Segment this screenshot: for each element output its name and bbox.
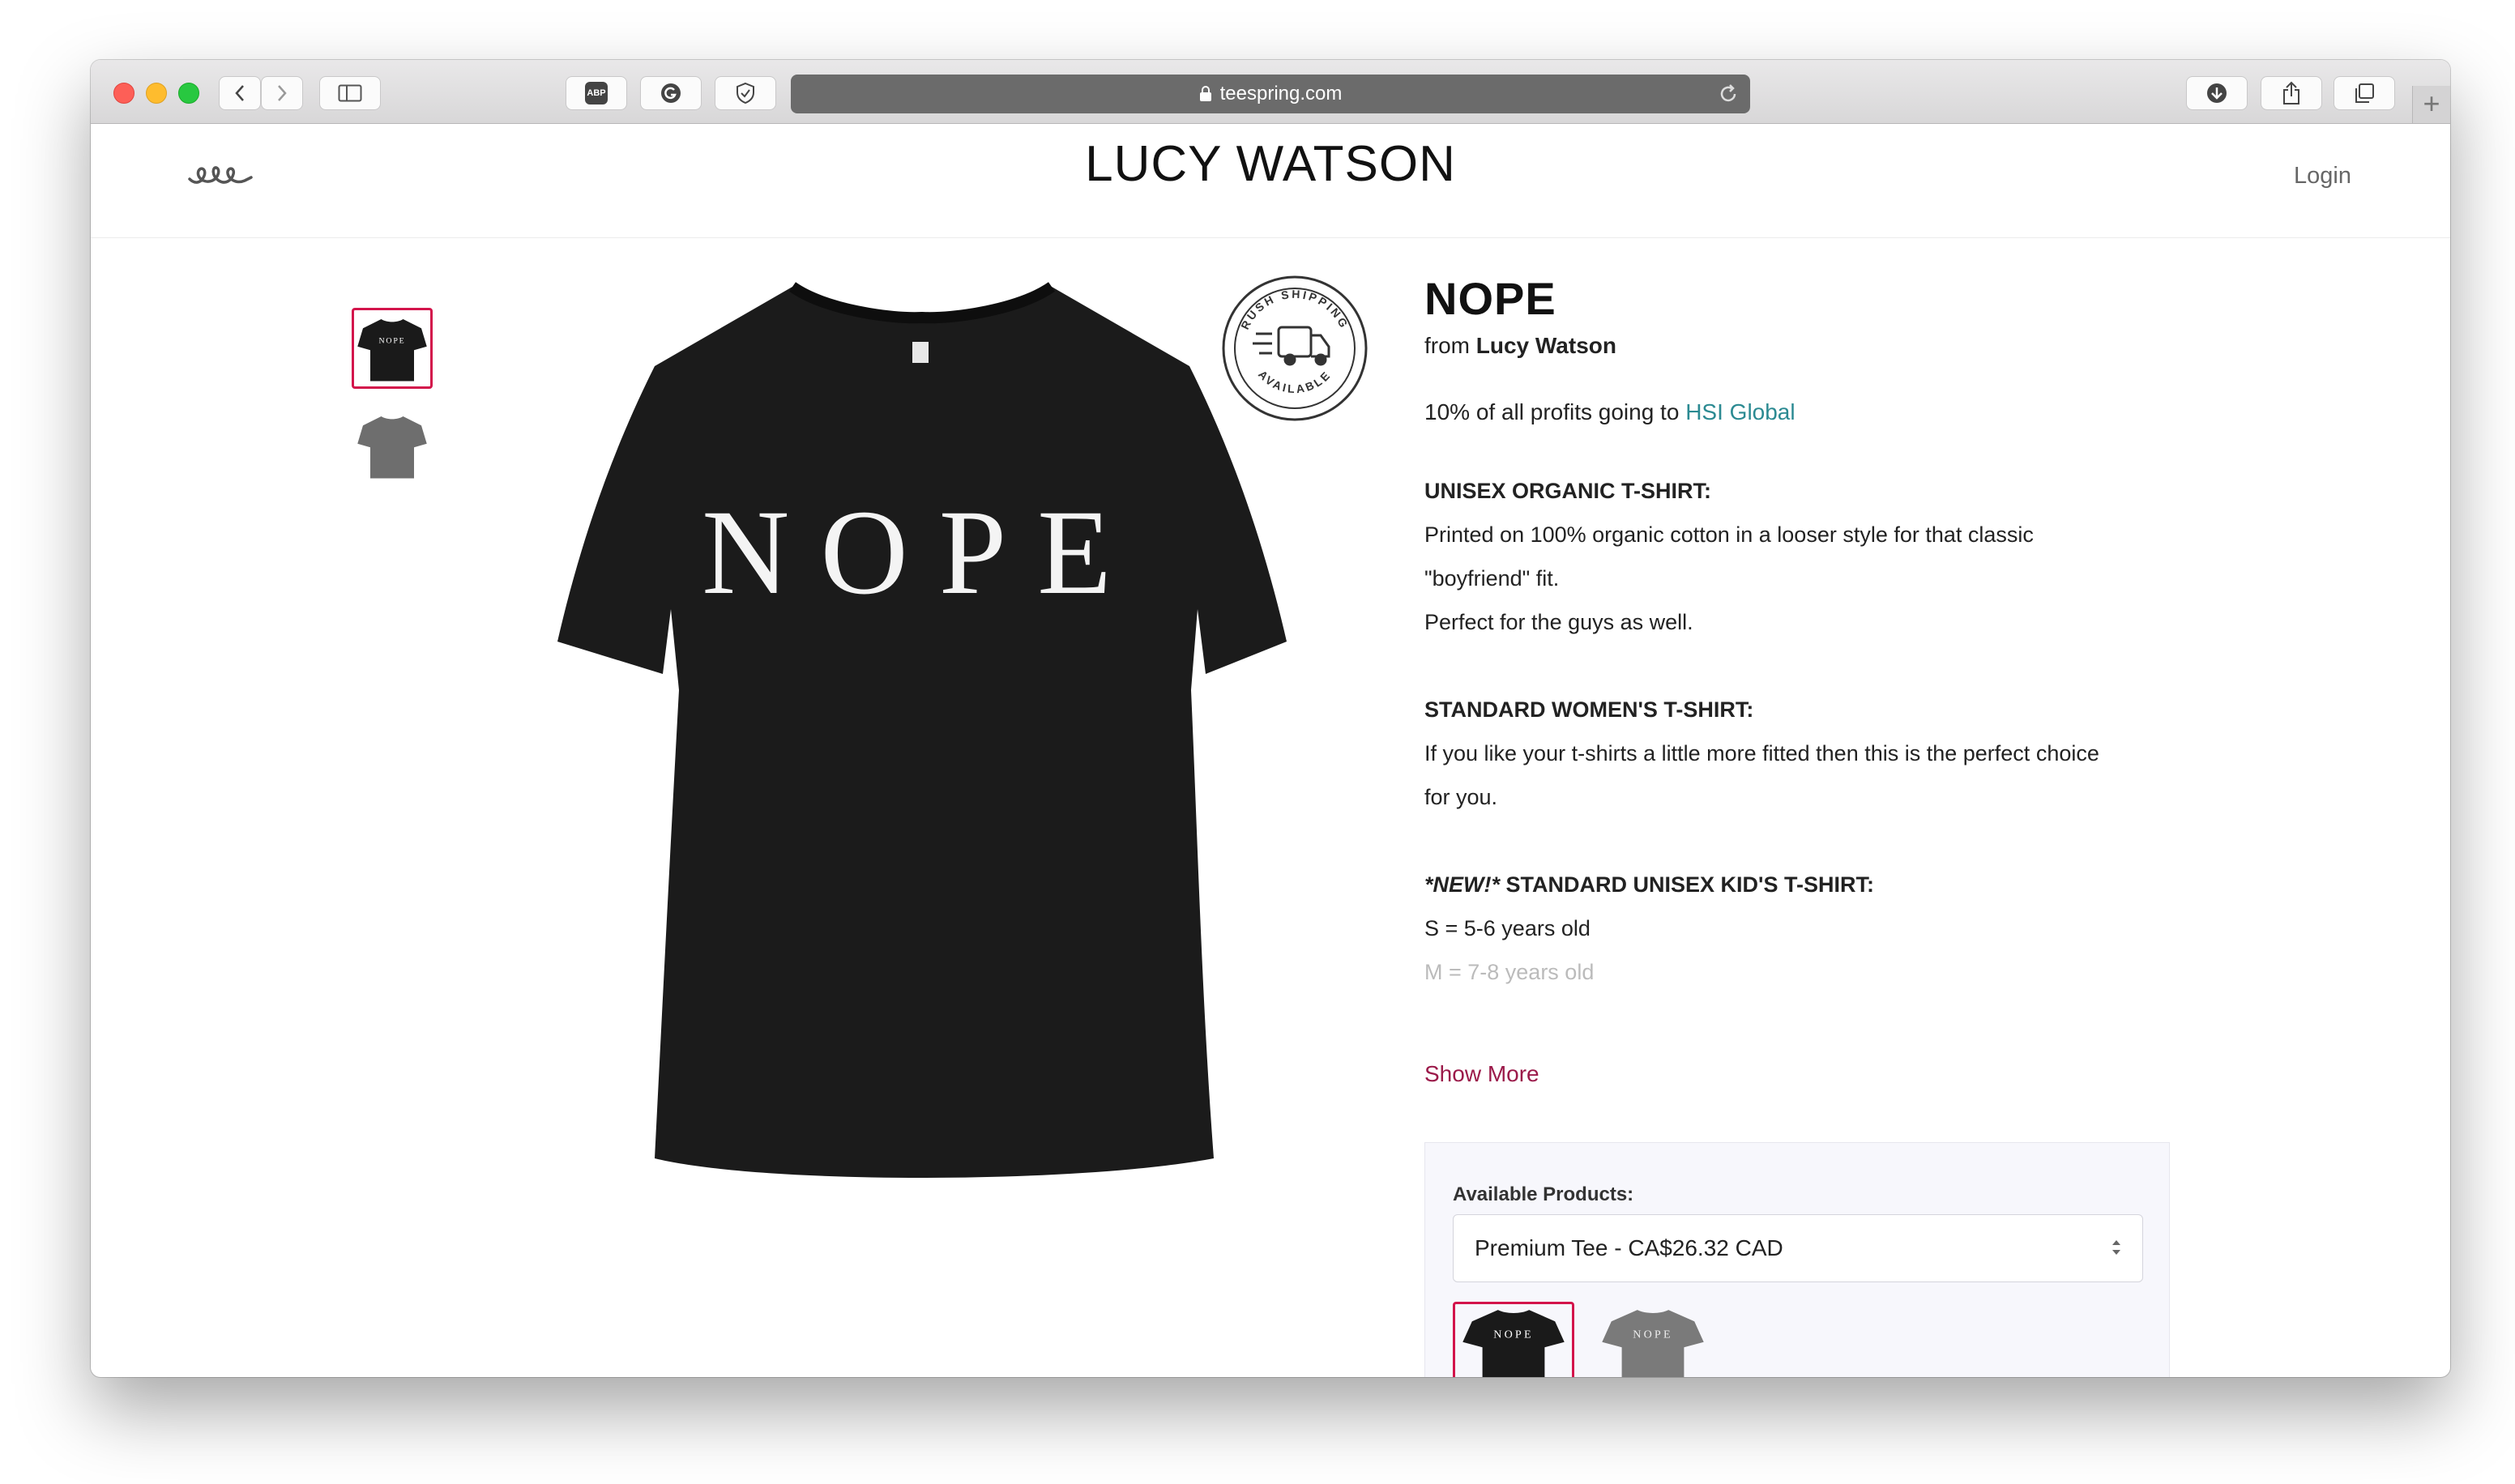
thumbnail-print-text: NOPE — [379, 336, 406, 345]
download-icon — [2207, 83, 2227, 103]
description-line: "boyfriend" fit. — [1424, 566, 1560, 591]
select-arrows-icon — [2110, 1236, 2123, 1264]
variant-print-text: NOPE — [1633, 1328, 1673, 1341]
store-title[interactable]: LUCY WATSON — [91, 135, 2450, 193]
new-tab-button[interactable]: + — [2412, 86, 2450, 123]
grammarly-icon — [661, 83, 681, 103]
tabs-button[interactable] — [2334, 76, 2395, 110]
shield-icon — [737, 82, 754, 104]
available-products-label: Available Products: — [1453, 1183, 1634, 1205]
description-line: S = 5-6 years old — [1424, 916, 1591, 940]
charity-line: 10% of all profits going to HSI Global — [1424, 399, 2170, 425]
new-tab-icon: + — [2423, 87, 2440, 120]
description-line: If you like your t-shirts a little more … — [1424, 741, 2099, 765]
product-description: UNISEX ORGANIC T-SHIRT: Printed on 100% … — [1424, 469, 2170, 996]
login-link[interactable]: Login — [2294, 163, 2351, 190]
share-button[interactable] — [2261, 76, 2322, 110]
black-tshirt-image: NOPE — [557, 282, 1287, 1178]
download-button[interactable] — [2186, 76, 2248, 110]
browser-toolbar: ABP teespring.com + — [91, 60, 2450, 124]
description-heading: UNISEX ORGANIC T-SHIRT: — [1424, 479, 1712, 503]
forward-icon — [278, 85, 287, 101]
reload-icon[interactable] — [1718, 83, 1739, 110]
description-heading: STANDARD WOMEN'S T-SHIRT: — [1424, 697, 1754, 722]
from-prefix: from — [1424, 333, 1470, 358]
adblock-button[interactable]: ABP — [566, 76, 627, 110]
browser-window: ABP teespring.com + LUCY WATSON Login NO… — [91, 60, 2450, 1377]
tabs-icon — [2355, 83, 2374, 103]
variant-grey[interactable]: NOPE — [1592, 1302, 1714, 1377]
lock-icon — [1199, 86, 1212, 102]
product-thumbnail-black[interactable]: NOPE — [352, 308, 433, 389]
share-icon — [2283, 81, 2299, 104]
description-heading: *NEW!* STANDARD UNISEX KID'S T-SHIRT: — [1424, 863, 2170, 906]
shirt-tag — [912, 342, 929, 363]
adblock-icon: ABP — [585, 82, 608, 104]
product-select[interactable]: Premium Tee - CA$26.32 CAD — [1453, 1214, 2143, 1282]
description-line: Perfect for the guys as well. — [1424, 610, 1693, 634]
description-line-faded: M = 7-8 years old — [1424, 960, 1595, 984]
grey-tshirt-variant-image: NOPE — [1602, 1310, 1704, 1377]
minimize-window-button[interactable] — [146, 83, 167, 104]
rush-shipping-badge: RUSH SHIPPING AVAILABLE — [1220, 274, 1369, 423]
show-more-link[interactable]: Show More — [1424, 1061, 1539, 1087]
zoom-window-button[interactable] — [178, 83, 199, 104]
charity-prefix: 10% of all profits going to — [1424, 399, 1680, 424]
black-tshirt-thumbnail-image: NOPE — [357, 319, 427, 382]
close-window-button[interactable] — [113, 83, 135, 104]
creator-line: from Lucy Watson — [1424, 333, 2170, 359]
sidebar-icon — [338, 84, 362, 102]
black-tshirt-variant-image: NOPE — [1462, 1310, 1565, 1377]
main-product-image: NOPE — [549, 269, 1295, 1196]
back-button[interactable] — [219, 76, 261, 110]
site-header: LUCY WATSON Login — [91, 124, 2450, 238]
available-products-panel: Available Products: Premium Tee - CA$26.… — [1424, 1142, 2170, 1377]
sidebar-button[interactable] — [319, 76, 381, 110]
selected-product: Premium Tee - CA$26.32 CAD — [1475, 1235, 1783, 1260]
description-heading-text: STANDARD UNISEX KID'S T-SHIRT: — [1505, 872, 1874, 897]
grey-tshirt-thumbnail-image — [357, 416, 427, 479]
product-thumbnail-grey[interactable] — [352, 405, 433, 486]
creator-name[interactable]: Lucy Watson — [1476, 333, 1616, 358]
description-line: for you. — [1424, 785, 1498, 809]
address-bar[interactable]: teespring.com — [791, 75, 1750, 113]
grammarly-button[interactable] — [640, 76, 702, 110]
variant-black[interactable]: NOPE — [1453, 1302, 1574, 1377]
description-line: Printed on 100% organic cotton in a loos… — [1424, 522, 2034, 547]
url-text: teespring.com — [1219, 83, 1343, 104]
variant-print-text: NOPE — [1493, 1328, 1534, 1341]
product-info: NOPE from Lucy Watson 10% of all profits… — [1424, 272, 2170, 996]
product-title: NOPE — [1424, 273, 1556, 324]
forward-button[interactable] — [261, 76, 303, 110]
shirt-print-text: NOPE — [702, 485, 1142, 620]
back-icon — [235, 85, 244, 101]
shield-button[interactable] — [715, 76, 776, 110]
new-tag: *NEW!* — [1424, 872, 1500, 897]
charity-link[interactable]: HSI Global — [1685, 399, 1795, 424]
